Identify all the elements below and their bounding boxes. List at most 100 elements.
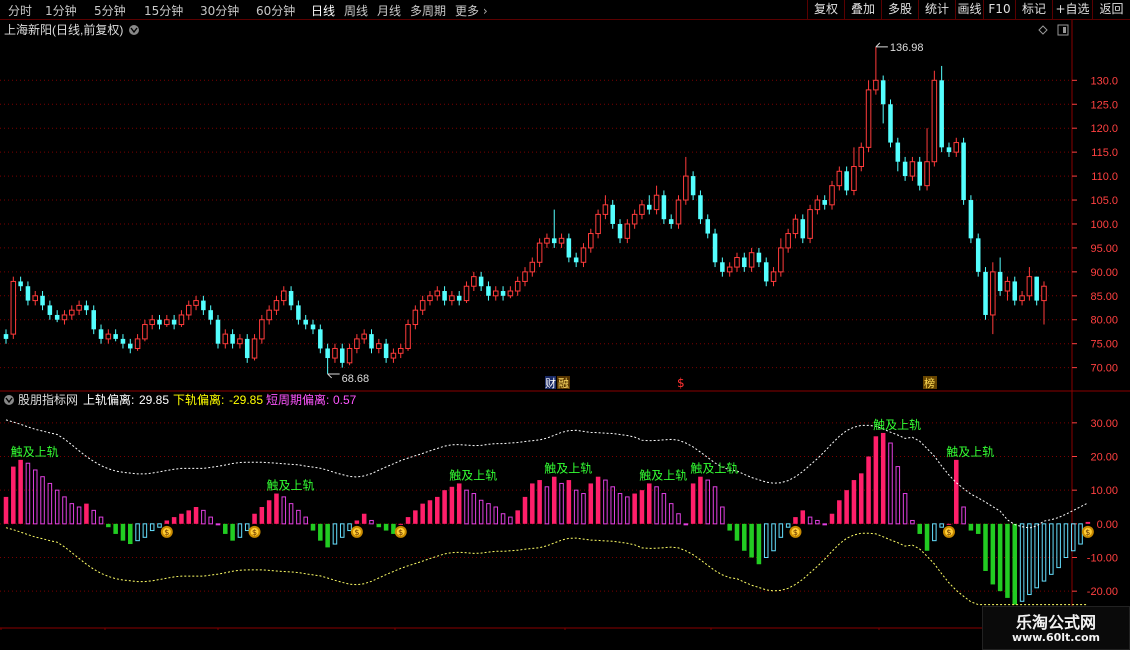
candle-up [792, 218, 799, 235]
y-tick-label: 95.00 [1090, 243, 1118, 255]
candle-up [178, 314, 185, 326]
candle-down [318, 329, 323, 349]
restore-rights-button[interactable]: 复权 [807, 0, 844, 20]
marker-ranking[interactable]: 榜 [924, 376, 935, 390]
indicator-bar [829, 513, 835, 524]
short-deviation-label: 短周期偏离: [266, 392, 329, 407]
money-bag-icon[interactable]: $ [942, 525, 955, 538]
indicator-bar [822, 523, 827, 526]
period-tab-weekly[interactable]: 周线 [344, 2, 368, 19]
indicator-bar [778, 523, 784, 538]
overlay-button[interactable]: 叠加 [844, 0, 881, 20]
candle-up [631, 213, 638, 225]
money-bag-icon[interactable]: $ [350, 525, 363, 538]
candle-down [310, 324, 316, 330]
candle-down [1012, 281, 1018, 301]
candle-up [69, 309, 75, 316]
indicator-bar [230, 523, 235, 541]
indicator-bar [793, 517, 798, 524]
indicator-bar [142, 523, 148, 538]
indicator-dropdown-icon[interactable] [4, 395, 14, 405]
y-tick-label: 120.0 [1090, 123, 1118, 135]
indicator-bar [581, 493, 586, 525]
add-watchlist-button[interactable]: +自选 [1052, 0, 1092, 20]
candle-up [624, 223, 631, 239]
indicator-bar [164, 520, 170, 524]
panel-toggle-icon[interactable] [1057, 24, 1069, 36]
candle-down [54, 314, 60, 320]
candle-down [968, 200, 974, 239]
back-button[interactable]: 返回 [1092, 0, 1130, 20]
stock-chart[interactable]: 上海新阳(日线,前复权) 70.00 75.00 80.00 85.00 90.00 95… [0, 20, 1130, 630]
y-tick-label: 20.00 [1090, 452, 1118, 464]
indicator-bar [720, 506, 725, 525]
indicator-bar [888, 442, 893, 525]
candle-down [705, 219, 711, 234]
period-tab-intraday[interactable]: 分时 [8, 2, 32, 19]
multi-stock-button[interactable]: 多股 [881, 0, 918, 20]
indicator-bar [113, 523, 118, 534]
candle-down [690, 176, 696, 196]
candle-up [1026, 276, 1033, 297]
candle-down [668, 219, 674, 224]
indicator-bar [946, 523, 952, 525]
candle-up [492, 290, 499, 297]
f10-button[interactable]: F10 [983, 0, 1015, 20]
candle-down [98, 329, 104, 339]
mark-button[interactable]: 标记 [1015, 0, 1052, 20]
candle-down [120, 338, 126, 344]
indicator-name: 股朋指标网 [18, 392, 78, 407]
indicator-bar [398, 523, 403, 525]
indicator-bar [464, 489, 469, 525]
period-tab-5min[interactable]: 5分钟 [94, 2, 126, 19]
candle-up [397, 347, 404, 354]
period-tab-15min[interactable]: 15分钟 [144, 2, 183, 19]
indicator-bar [40, 476, 45, 525]
indicator-legend: 股朋指标网 上轨偏离: 29.85 下轨偏离: -29.85 短周期偏离: 0.… [4, 392, 357, 407]
candle-up [193, 300, 199, 306]
title-dropdown-icon[interactable] [129, 25, 139, 35]
draw-line-button[interactable]: 画线 [955, 0, 983, 20]
indicator-bar [252, 513, 257, 524]
event-markers: 财 融 $ 榜 [545, 376, 937, 390]
money-bag-icon[interactable]: $ [248, 525, 261, 538]
money-bag-icon[interactable]: $ [1081, 525, 1094, 538]
candle-down [844, 171, 849, 191]
period-tab-daily[interactable]: 日线 [311, 2, 335, 19]
period-tab-60min[interactable]: 60分钟 [256, 2, 295, 19]
statistics-button[interactable]: 统计 [918, 0, 955, 20]
more-menu[interactable]: 更多 › [455, 2, 488, 19]
candle-down [888, 104, 893, 143]
money-bag-icon[interactable]: $ [394, 525, 407, 538]
period-tab-1min[interactable]: 1分钟 [45, 2, 77, 19]
indicator-bar [566, 480, 572, 524]
diamond-icon[interactable] [1038, 25, 1048, 35]
touch-upper-label: 触及上轨 [873, 418, 921, 432]
period-tab-multi[interactable]: 多周期 [410, 2, 446, 19]
indicator-bar [1027, 523, 1032, 596]
candle-up [1004, 280, 1011, 292]
indicator-bar [244, 523, 250, 532]
indicator-bar [939, 523, 944, 528]
candle-down [895, 142, 901, 162]
candle-up [683, 175, 689, 201]
marker-dividend[interactable]: $ [677, 376, 685, 390]
candle-up [449, 295, 455, 302]
marker-finance[interactable]: 财 [545, 376, 556, 390]
period-tab-monthly[interactable]: 月线 [377, 2, 401, 19]
marker-margin[interactable]: 融 [558, 377, 569, 390]
candle-up [10, 280, 17, 335]
indicator-bar [193, 507, 199, 524]
indicator-bar [259, 507, 265, 524]
candle-up [251, 338, 258, 359]
candle-up [836, 170, 843, 187]
indicator-bar [456, 483, 462, 524]
candle-down [215, 319, 221, 344]
indicator-bar [171, 517, 177, 524]
period-tab-30min[interactable]: 30分钟 [200, 2, 239, 19]
candle-up [427, 295, 433, 302]
money-bag-icon[interactable]: $ [160, 525, 173, 538]
candle-down [610, 204, 615, 224]
money-bag-icon[interactable]: $ [789, 525, 802, 538]
candle-down [551, 238, 557, 244]
